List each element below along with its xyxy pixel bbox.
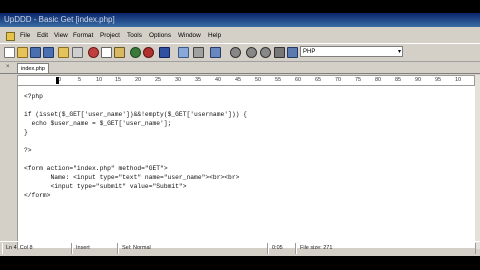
ruler-label: 55 — [275, 77, 282, 83]
ruler-label: 40 — [215, 77, 222, 83]
ftp-icon[interactable] — [178, 47, 189, 58]
new-file-icon[interactable] — [4, 47, 15, 58]
goto-icon[interactable] — [260, 47, 271, 58]
code-line: <form action="index.php" method="GET"> — [24, 165, 168, 172]
code-line: <input type="submit" value="Submit"> — [24, 183, 187, 190]
column-ruler: 0 5 10 15 20 25 30 35 40 45 50 55 60 65 … — [17, 75, 475, 86]
copy-icon[interactable] — [101, 47, 112, 58]
fullscreen-icon[interactable] — [159, 47, 170, 58]
run-icon[interactable] — [274, 47, 285, 58]
ruler-label: 20 — [135, 77, 142, 83]
browser-icon[interactable] — [287, 47, 298, 58]
tab-bar: × index.php — [0, 62, 480, 74]
ruler-label: 5 — [78, 77, 82, 83]
code-editor[interactable]: <?php if (isset($_GET['user_name'])&&!em… — [17, 86, 475, 248]
code-line: if (isset($_GET['user_name'])&&!empty($_… — [24, 111, 247, 118]
ruler-label: 65 — [315, 77, 322, 83]
code-line: <?php — [24, 93, 43, 100]
paste-icon[interactable] — [114, 47, 125, 58]
open-icon[interactable] — [17, 47, 28, 58]
open-folder-icon[interactable] — [58, 47, 69, 58]
chevron-down-icon: ▾ — [397, 49, 401, 55]
app-icon — [6, 32, 15, 41]
status-file-size: File size: 271 — [296, 243, 476, 254]
status-bar: Ln 4, Col 8 Insert Sel: Normal 0:05 File… — [0, 241, 480, 255]
replace-icon[interactable] — [246, 47, 257, 58]
close-icon[interactable]: × — [6, 63, 10, 72]
gutter — [0, 86, 17, 249]
window-title: UpDDD - Basic Get [index.php] — [4, 15, 115, 24]
ruler-label: 70 — [335, 77, 342, 83]
menu-view[interactable]: View — [54, 29, 68, 42]
ruler-label: 0 — [58, 77, 62, 83]
ruler-label: 60 — [295, 77, 302, 83]
find-icon[interactable] — [210, 47, 221, 58]
ruler-label: 15 — [115, 77, 122, 83]
language-value: PHP — [303, 49, 316, 55]
menu-options[interactable]: Options — [149, 29, 171, 42]
undo-icon[interactable] — [130, 47, 141, 58]
ruler-label: 80 — [375, 77, 382, 83]
code-line: } — [24, 129, 28, 136]
code-line: ?> — [24, 147, 32, 154]
print-icon[interactable] — [72, 47, 83, 58]
ruler-label: 75 — [355, 77, 362, 83]
cut-icon[interactable] — [88, 47, 99, 58]
redo-icon[interactable] — [143, 47, 154, 58]
ruler-label: 10 — [455, 77, 462, 83]
vertical-scrollbar[interactable] — [475, 75, 480, 249]
menu-project[interactable]: Project — [100, 29, 120, 42]
menu-window[interactable]: Window — [178, 29, 201, 42]
ruler-label: 25 — [155, 77, 162, 83]
editor-window: UpDDD - Basic Get [index.php] File Edit … — [0, 13, 480, 256]
ruler-label: 10 — [96, 77, 103, 83]
menu-bar: File Edit View Format Project Tools Opti… — [0, 29, 480, 42]
status-time: 0:05 — [268, 243, 296, 254]
status-mode: Insert — [72, 243, 118, 254]
status-position: Ln 4, Col 8 — [2, 243, 72, 254]
code-line: </form> — [24, 192, 51, 199]
ruler-label: 95 — [435, 77, 442, 83]
find-next-icon[interactable] — [230, 47, 241, 58]
menu-format[interactable]: Format — [73, 29, 93, 42]
ruler-label: 30 — [175, 77, 182, 83]
menu-edit[interactable]: Edit — [37, 29, 48, 42]
menu-file[interactable]: File — [20, 29, 30, 42]
save-icon[interactable] — [30, 47, 41, 58]
menu-tools[interactable]: Tools — [127, 29, 142, 42]
status-selection: Sel: Normal — [118, 243, 268, 254]
save-all-icon[interactable] — [43, 47, 54, 58]
tag-icon[interactable] — [193, 47, 204, 58]
menu-help[interactable]: Help — [208, 29, 221, 42]
title-bar: UpDDD - Basic Get [index.php] — [0, 13, 480, 27]
ruler-label: 35 — [195, 77, 202, 83]
ruler-label: 45 — [235, 77, 242, 83]
language-select[interactable]: PHP ▾ — [300, 46, 403, 57]
toolbar: PHP ▾ — [0, 43, 480, 62]
ruler-label: 50 — [255, 77, 262, 83]
ruler-label: 90 — [415, 77, 422, 83]
ruler-label: 85 — [395, 77, 402, 83]
code-line: echo $user_name = $_GET['user_name']; — [24, 120, 172, 127]
tab-index-php[interactable]: index.php — [17, 63, 49, 73]
code-line: Name: <input type="text" name="user_name… — [24, 174, 240, 181]
tab-label: index.php — [21, 66, 45, 72]
